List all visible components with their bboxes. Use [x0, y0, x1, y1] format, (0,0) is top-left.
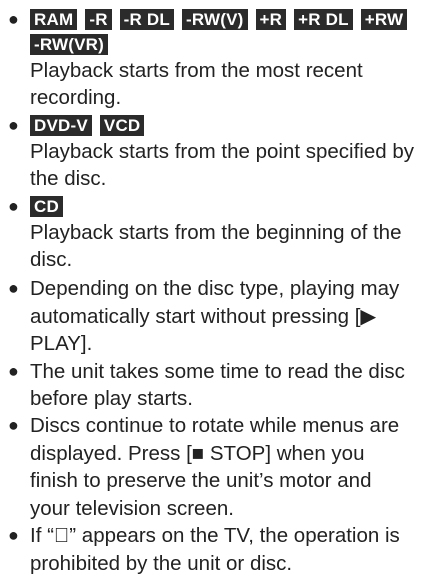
- note-item: ● The unit takes some time to read the d…: [8, 358, 414, 413]
- bullet-icon: ●: [8, 114, 19, 135]
- section-content: DVD-V VCD Playback starts from the point…: [30, 112, 414, 193]
- bullet-icon: ●: [8, 9, 19, 29]
- disc-section-video: ● DVD-V VCD Playback starts from the poi…: [8, 112, 414, 193]
- section-content: RAM -R -R DL -RW(V) +R +R DL +RW -RW(VR)…: [30, 6, 414, 112]
- disc-badge-row: CD: [30, 195, 414, 217]
- section-description: Playback starts from the most recent rec…: [30, 59, 363, 110]
- disc-badge-r: -R: [85, 9, 112, 30]
- disc-badge-ram: RAM: [30, 9, 78, 30]
- note-text: Depending on the disc type, playing may …: [30, 277, 400, 356]
- disc-badge-vcd: VCD: [99, 114, 145, 136]
- manual-page: ● RAM -R -R DL -RW(V) +R +R DL +RW -RW(V…: [0, 0, 422, 577]
- note-item: ● Discs continue to rotate while menus a…: [8, 412, 414, 522]
- note-text: The unit takes some time to read the dis…: [30, 359, 405, 411]
- disc-badge-dvd-v: DVD-V: [30, 114, 92, 136]
- disc-badge-plus-rw: +RW: [360, 9, 408, 30]
- note-item: ● Depending on the disc type, playing ma…: [8, 275, 414, 357]
- disc-section-cd: ● CD Playback starts from the beginning …: [8, 193, 414, 274]
- disc-badge-plus-r: +R: [255, 9, 287, 30]
- disc-badge-cd: CD: [30, 195, 63, 217]
- note-text: Discs continue to rotate while menus are…: [30, 414, 400, 520]
- disc-badge-r-dl: -R DL: [119, 9, 174, 30]
- bullet-icon: ●: [8, 415, 19, 436]
- bullet-icon: ●: [8, 195, 19, 216]
- section-content: CD Playback starts from the beginning of…: [30, 193, 414, 274]
- bullet-icon: ●: [8, 525, 19, 546]
- note-text: If “⃠” appears on the TV, the operation …: [30, 524, 400, 575]
- bullet-icon: ●: [8, 278, 19, 299]
- disc-section-recordable: ● RAM -R -R DL -RW(V) +R +R DL +RW -RW(V…: [8, 6, 414, 112]
- disc-badge-rw-v: -RW(V): [182, 9, 248, 30]
- section-description: Playback starts from the point specified…: [30, 139, 414, 191]
- disc-badge-rw-vr: -RW(VR): [30, 34, 109, 55]
- note-item: ● If “⃠” appears on the TV, the operatio…: [8, 522, 414, 577]
- bullet-icon: ●: [8, 360, 19, 381]
- disc-badge-plus-r-dl: +R DL: [294, 9, 353, 30]
- disc-badge-row: DVD-V VCD: [30, 114, 414, 136]
- disc-badge-row: RAM -R -R DL -RW(V) +R +R DL +RW -RW(VR): [30, 9, 414, 55]
- section-description: Playback starts from the beginning of th…: [30, 220, 402, 272]
